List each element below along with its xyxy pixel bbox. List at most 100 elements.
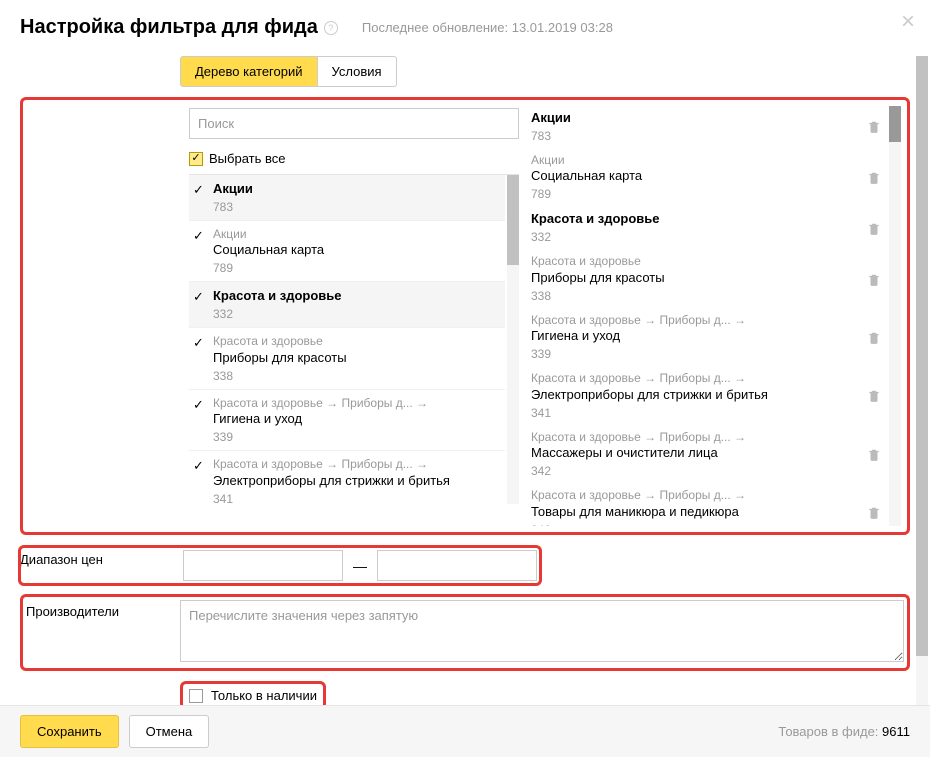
modal-footer: Сохранить Отмена Товаров в фиде: 9611	[0, 705, 930, 757]
category-crumb: Акции	[213, 227, 501, 243]
trash-icon[interactable]	[867, 448, 881, 462]
check-icon: ✓	[193, 182, 204, 198]
tab-conditions[interactable]: Условия	[318, 56, 397, 87]
category-row[interactable]: ✓ АкцииСоциальная карта 789	[189, 221, 505, 282]
trash-icon[interactable]	[867, 331, 881, 345]
selected-count: 343	[531, 523, 857, 526]
selected-row: Красота и здоровье → Приборы д... →Масса…	[531, 426, 887, 484]
selected-name: Электроприборы для стрижки и бритья	[531, 387, 857, 404]
selected-crumb: Красота и здоровье → Приборы д... →	[531, 430, 857, 446]
selected-categories-pane: Акции783АкцииСоциальная карта789Красота …	[531, 106, 901, 526]
selected-list-scroll-thumb[interactable]	[889, 106, 901, 142]
trash-icon[interactable]	[867, 273, 881, 287]
category-count: 341	[213, 492, 501, 504]
selected-name: Акции	[531, 110, 857, 127]
modal-header: Настройка фильтра для фида ? Последнее о…	[0, 0, 930, 51]
category-count: 338	[213, 369, 501, 383]
category-list-scrollbar[interactable]	[507, 175, 519, 504]
selected-count: 789	[531, 187, 857, 201]
in-stock-checkbox[interactable]	[189, 689, 203, 703]
tab-category-tree[interactable]: Дерево категорий	[180, 56, 318, 87]
selected-row: Акции 783	[531, 106, 887, 149]
category-name: Красота и здоровье	[213, 288, 501, 305]
selected-crumb: Красота и здоровье → Приборы д... →	[531, 313, 857, 329]
cancel-button[interactable]: Отмена	[129, 715, 210, 748]
search-input[interactable]	[189, 108, 519, 139]
in-stock-highlight: Только в наличии	[180, 681, 326, 705]
category-list-scroll-thumb[interactable]	[507, 175, 519, 265]
selected-name: Приборы для красоты	[531, 270, 857, 287]
body-scrollbar-thumb[interactable]	[916, 56, 928, 656]
last-update-text: Последнее обновление: 13.01.2019 03:28	[362, 20, 613, 35]
close-icon[interactable]: ×	[896, 10, 920, 34]
selected-row: Красота и здоровье → Приборы д... →Элект…	[531, 367, 887, 425]
price-range-highlight: —	[18, 545, 542, 586]
category-count: 339	[213, 430, 501, 444]
selected-crumb: Красота и здоровье → Приборы д... →	[531, 488, 857, 504]
tabs: Дерево категорий Условия	[180, 56, 910, 87]
in-stock-label: Только в наличии	[211, 688, 317, 703]
trash-icon[interactable]	[867, 506, 881, 520]
selected-crumb: Красота и здоровье → Приборы д... →	[531, 371, 857, 387]
check-icon: ✓	[193, 397, 204, 413]
manufacturers-input[interactable]	[180, 600, 904, 662]
category-name: Электроприборы для стрижки и бритья	[213, 473, 501, 490]
category-tree-pane: Выбрать все ✓Акции783✓АкцииСоциальная ка…	[189, 106, 519, 526]
trash-icon[interactable]	[867, 171, 881, 185]
selected-count: 338	[531, 289, 857, 303]
selected-name: Красота и здоровье	[531, 211, 857, 228]
selected-count: 332	[531, 230, 857, 244]
selected-crumb: Красота и здоровье	[531, 254, 857, 270]
selected-row: Красота и здоровьеПриборы для красоты 338	[531, 250, 887, 308]
feed-count-value: 9611	[882, 724, 910, 739]
select-all-label: Выбрать все	[209, 151, 285, 166]
category-row[interactable]: ✓Красота и здоровьеПриборы для красоты33…	[189, 328, 505, 389]
manufacturers-highlight: Производители	[20, 594, 910, 671]
selected-row: Красота и здоровье → Приборы д... →Товар…	[531, 484, 887, 526]
category-count: 332	[213, 307, 501, 321]
selected-name: Товары для маникюра и педикюра	[531, 504, 857, 521]
check-icon: ✓	[193, 458, 204, 474]
check-icon: ✓	[193, 228, 204, 244]
trash-icon[interactable]	[867, 389, 881, 403]
feed-count-label: Товаров в фиде:	[778, 724, 882, 739]
price-dash: —	[353, 558, 367, 574]
category-list: ✓Акции783✓АкцииСоциальная карта789✓Красо…	[189, 174, 519, 504]
category-crumb: Красота и здоровье	[213, 334, 501, 350]
trash-icon[interactable]	[867, 120, 881, 134]
selected-list-scrollbar[interactable]	[889, 106, 901, 526]
selected-name: Гигиена и уход	[531, 328, 857, 345]
save-button[interactable]: Сохранить	[20, 715, 119, 748]
selected-count: 341	[531, 406, 857, 420]
category-row[interactable]: ✓Красота и здоровье → Приборы д... →Гиги…	[189, 390, 505, 451]
selected-crumb: Акции	[531, 153, 857, 169]
help-icon[interactable]: ?	[324, 21, 338, 35]
selected-count: 783	[531, 129, 857, 143]
category-name: Акции	[213, 181, 501, 198]
price-max-input[interactable]	[377, 550, 537, 581]
category-row[interactable]: ✓ Красота и здоровье 332	[189, 282, 505, 328]
category-name: Приборы для красоты	[213, 350, 501, 367]
selected-row: Красота и здоровье 332	[531, 207, 887, 250]
category-crumb: Красота и здоровье → Приборы д... →	[213, 457, 501, 473]
category-count: 789	[213, 261, 501, 275]
selected-count: 342	[531, 464, 857, 478]
category-row[interactable]: ✓ Красота и здоровье → Приборы д... →Элек…	[189, 451, 505, 504]
selected-row: АкцииСоциальная карта 789	[531, 149, 887, 207]
trash-icon[interactable]	[867, 222, 881, 236]
selected-count: 339	[531, 347, 857, 361]
category-crumb: Красота и здоровье → Приборы д... →	[213, 396, 501, 412]
category-row[interactable]: ✓ Акции 783	[189, 175, 505, 221]
selected-name: Массажеры и очистители лица	[531, 445, 857, 462]
category-count: 783	[213, 200, 501, 214]
price-min-input[interactable]	[183, 550, 343, 581]
check-icon: ✓	[193, 289, 204, 305]
selected-row: Красота и здоровье → Приборы д... →Гигие…	[531, 309, 887, 367]
category-name: Социальная карта	[213, 242, 501, 259]
selected-name: Социальная карта	[531, 168, 857, 185]
modal-title: Настройка фильтра для фида	[20, 16, 318, 39]
body-scrollbar-track[interactable]	[916, 56, 928, 705]
manufacturers-label: Производители	[26, 600, 180, 619]
select-all-checkbox[interactable]	[189, 152, 203, 166]
categories-section-highlight: Выбрать все ✓Акции783✓АкцииСоциальная ка…	[20, 97, 910, 535]
